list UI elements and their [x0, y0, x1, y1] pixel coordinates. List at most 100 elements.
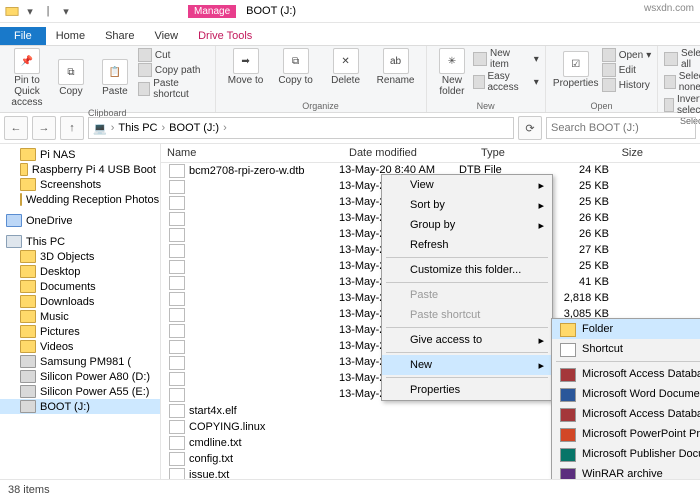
ctx-paste: Paste — [382, 285, 552, 305]
new-access2[interactable]: Microsoft Access Database — [552, 404, 700, 424]
ctx-sortby[interactable]: Sort by▸ — [382, 195, 552, 215]
tab-share[interactable]: Share — [95, 27, 144, 45]
tree-videos[interactable]: Videos — [0, 339, 160, 354]
ctx-groupby[interactable]: Group by▸ — [382, 215, 552, 235]
col-name[interactable]: Name — [161, 144, 343, 162]
breadcrumb[interactable]: 💻› This PC› BOOT (J:)› — [88, 117, 514, 139]
ctx-new[interactable]: New▸ — [382, 355, 552, 375]
tree-silicon2[interactable]: Silicon Power A55 (E:) — [0, 384, 160, 399]
new-ppt[interactable]: Microsoft PowerPoint Presentation — [552, 424, 700, 444]
access-icon — [560, 368, 576, 382]
ctx-refresh[interactable]: Refresh — [382, 235, 552, 255]
tree-desktop[interactable]: Desktop — [0, 264, 160, 279]
new-item-button[interactable]: New item ▾ — [473, 48, 538, 70]
tree-downloads[interactable]: Downloads — [0, 294, 160, 309]
ctx-customize[interactable]: Customize this folder... — [382, 260, 552, 280]
move-to-button[interactable]: ➡Move to — [222, 48, 270, 86]
new-folder-button[interactable]: ✳New folder — [433, 48, 472, 97]
tree-this-pc[interactable]: This PC — [0, 234, 160, 249]
tree-documents[interactable]: Documents — [0, 279, 160, 294]
edit-icon — [602, 63, 616, 77]
word-icon — [560, 388, 576, 402]
properties-button[interactable]: ☑Properties — [552, 48, 600, 92]
tree-onedrive[interactable]: OneDrive — [0, 213, 160, 228]
new-pub[interactable]: Microsoft Publisher Document — [552, 444, 700, 464]
copy-path-button[interactable]: Copy path — [138, 63, 209, 77]
nav-up-button[interactable]: ↑ — [60, 116, 84, 140]
paste-button[interactable]: 📋Paste — [94, 48, 136, 108]
powerpoint-icon — [560, 428, 576, 442]
qat-dropdown-icon[interactable]: ▾ — [22, 3, 38, 19]
col-size[interactable]: Size — [567, 144, 649, 162]
group-new-title: New — [433, 101, 539, 111]
rename-icon: ab — [383, 48, 409, 74]
qat-overflow-icon[interactable]: ▾ — [58, 3, 74, 19]
ctx-view[interactable]: View▸ — [382, 175, 552, 195]
tree-pinas[interactable]: Pi NAS — [0, 147, 160, 162]
copy-button[interactable]: ⧉Copy — [50, 48, 92, 108]
address-bar-row: ← → ↑ 💻› This PC› BOOT (J:)› ⟳ Search BO… — [0, 113, 700, 144]
easy-access-button[interactable]: Easy access ▾ — [473, 71, 538, 93]
ribbon: 📌Pin to Quick access ⧉Copy 📋Paste Cut Co… — [0, 46, 700, 113]
column-headers[interactable]: Name Date modified Type Size — [161, 144, 700, 163]
file-icon — [169, 164, 185, 178]
selectnone-icon — [664, 75, 676, 89]
new-word[interactable]: Microsoft Word Document — [552, 384, 700, 404]
access-icon — [560, 408, 576, 422]
newitem-icon — [473, 52, 487, 66]
new-access1[interactable]: Microsoft Access Database — [552, 364, 700, 384]
delete-button[interactable]: ✕Delete — [322, 48, 370, 86]
tab-file[interactable]: File — [0, 27, 46, 45]
select-all-button[interactable]: Select all — [664, 48, 700, 70]
refresh-button[interactable]: ⟳ — [518, 116, 542, 140]
new-shortcut[interactable]: Shortcut — [552, 339, 700, 359]
copy-icon: ⧉ — [58, 59, 84, 85]
watermark: wsxdn.com — [644, 3, 694, 14]
edit-button[interactable]: Edit — [602, 63, 652, 77]
nav-tree: Pi NAS Raspberry Pi 4 USB Boot Screensho… — [0, 144, 161, 482]
ctx-paste-shortcut: Paste shortcut — [382, 305, 552, 325]
search-input[interactable]: Search BOOT (J:) — [546, 117, 696, 139]
copy-to-button[interactable]: ⧉Copy to — [272, 48, 320, 86]
tree-pictures[interactable]: Pictures — [0, 324, 160, 339]
nav-forward-button[interactable]: → — [32, 116, 56, 140]
ctx-give-access[interactable]: Give access to▸ — [382, 330, 552, 350]
tree-samsung[interactable]: Samsung PM981 ( — [0, 354, 160, 369]
nav-back-button[interactable]: ← — [4, 116, 28, 140]
folder-icon — [4, 3, 20, 19]
copyto-icon: ⧉ — [283, 48, 309, 74]
status-text: 38 items — [8, 484, 50, 496]
col-date[interactable]: Date modified — [343, 144, 475, 162]
open-icon — [602, 48, 616, 62]
qat-sep: | — [40, 3, 56, 19]
select-none-button[interactable]: Select none — [664, 71, 700, 93]
cut-icon — [138, 48, 152, 62]
tree-3d[interactable]: 3D Objects — [0, 249, 160, 264]
tab-home[interactable]: Home — [46, 27, 95, 45]
rename-button[interactable]: abRename — [372, 48, 420, 86]
pin-icon: 📌 — [14, 48, 40, 74]
paste-icon: 📋 — [102, 59, 128, 85]
pin-quick-access-button[interactable]: 📌Pin to Quick access — [6, 48, 48, 108]
open-button[interactable]: Open ▾ — [602, 48, 652, 62]
tree-boot[interactable]: BOOT (J:) — [0, 399, 160, 414]
new-folder[interactable]: Folder — [552, 319, 700, 339]
status-bar: 38 items — [0, 479, 700, 500]
tab-drive-tools[interactable]: Drive Tools — [188, 27, 262, 45]
breadcrumb-location[interactable]: BOOT (J:) — [169, 122, 219, 134]
tree-silicon1[interactable]: Silicon Power A80 (D:) — [0, 369, 160, 384]
breadcrumb-this-pc[interactable]: This PC — [118, 122, 157, 134]
paste-shortcut-button[interactable]: Paste shortcut — [138, 78, 209, 100]
tab-view[interactable]: View — [144, 27, 188, 45]
ctx-properties[interactable]: Properties — [382, 380, 552, 400]
titlebar: ▾ | ▾ Manage BOOT (J:) — [0, 0, 700, 23]
tree-music[interactable]: Music — [0, 309, 160, 324]
tree-screenshots[interactable]: Screenshots — [0, 177, 160, 192]
cut-button[interactable]: Cut — [138, 48, 209, 62]
group-organize-title: Organize — [222, 101, 420, 111]
tree-wedding[interactable]: Wedding Reception Photos — [0, 192, 160, 207]
invert-selection-button[interactable]: Invert selection — [664, 94, 700, 116]
history-button[interactable]: History — [602, 78, 652, 92]
tree-rpi[interactable]: Raspberry Pi 4 USB Boot — [0, 162, 160, 177]
col-type[interactable]: Type — [475, 144, 567, 162]
